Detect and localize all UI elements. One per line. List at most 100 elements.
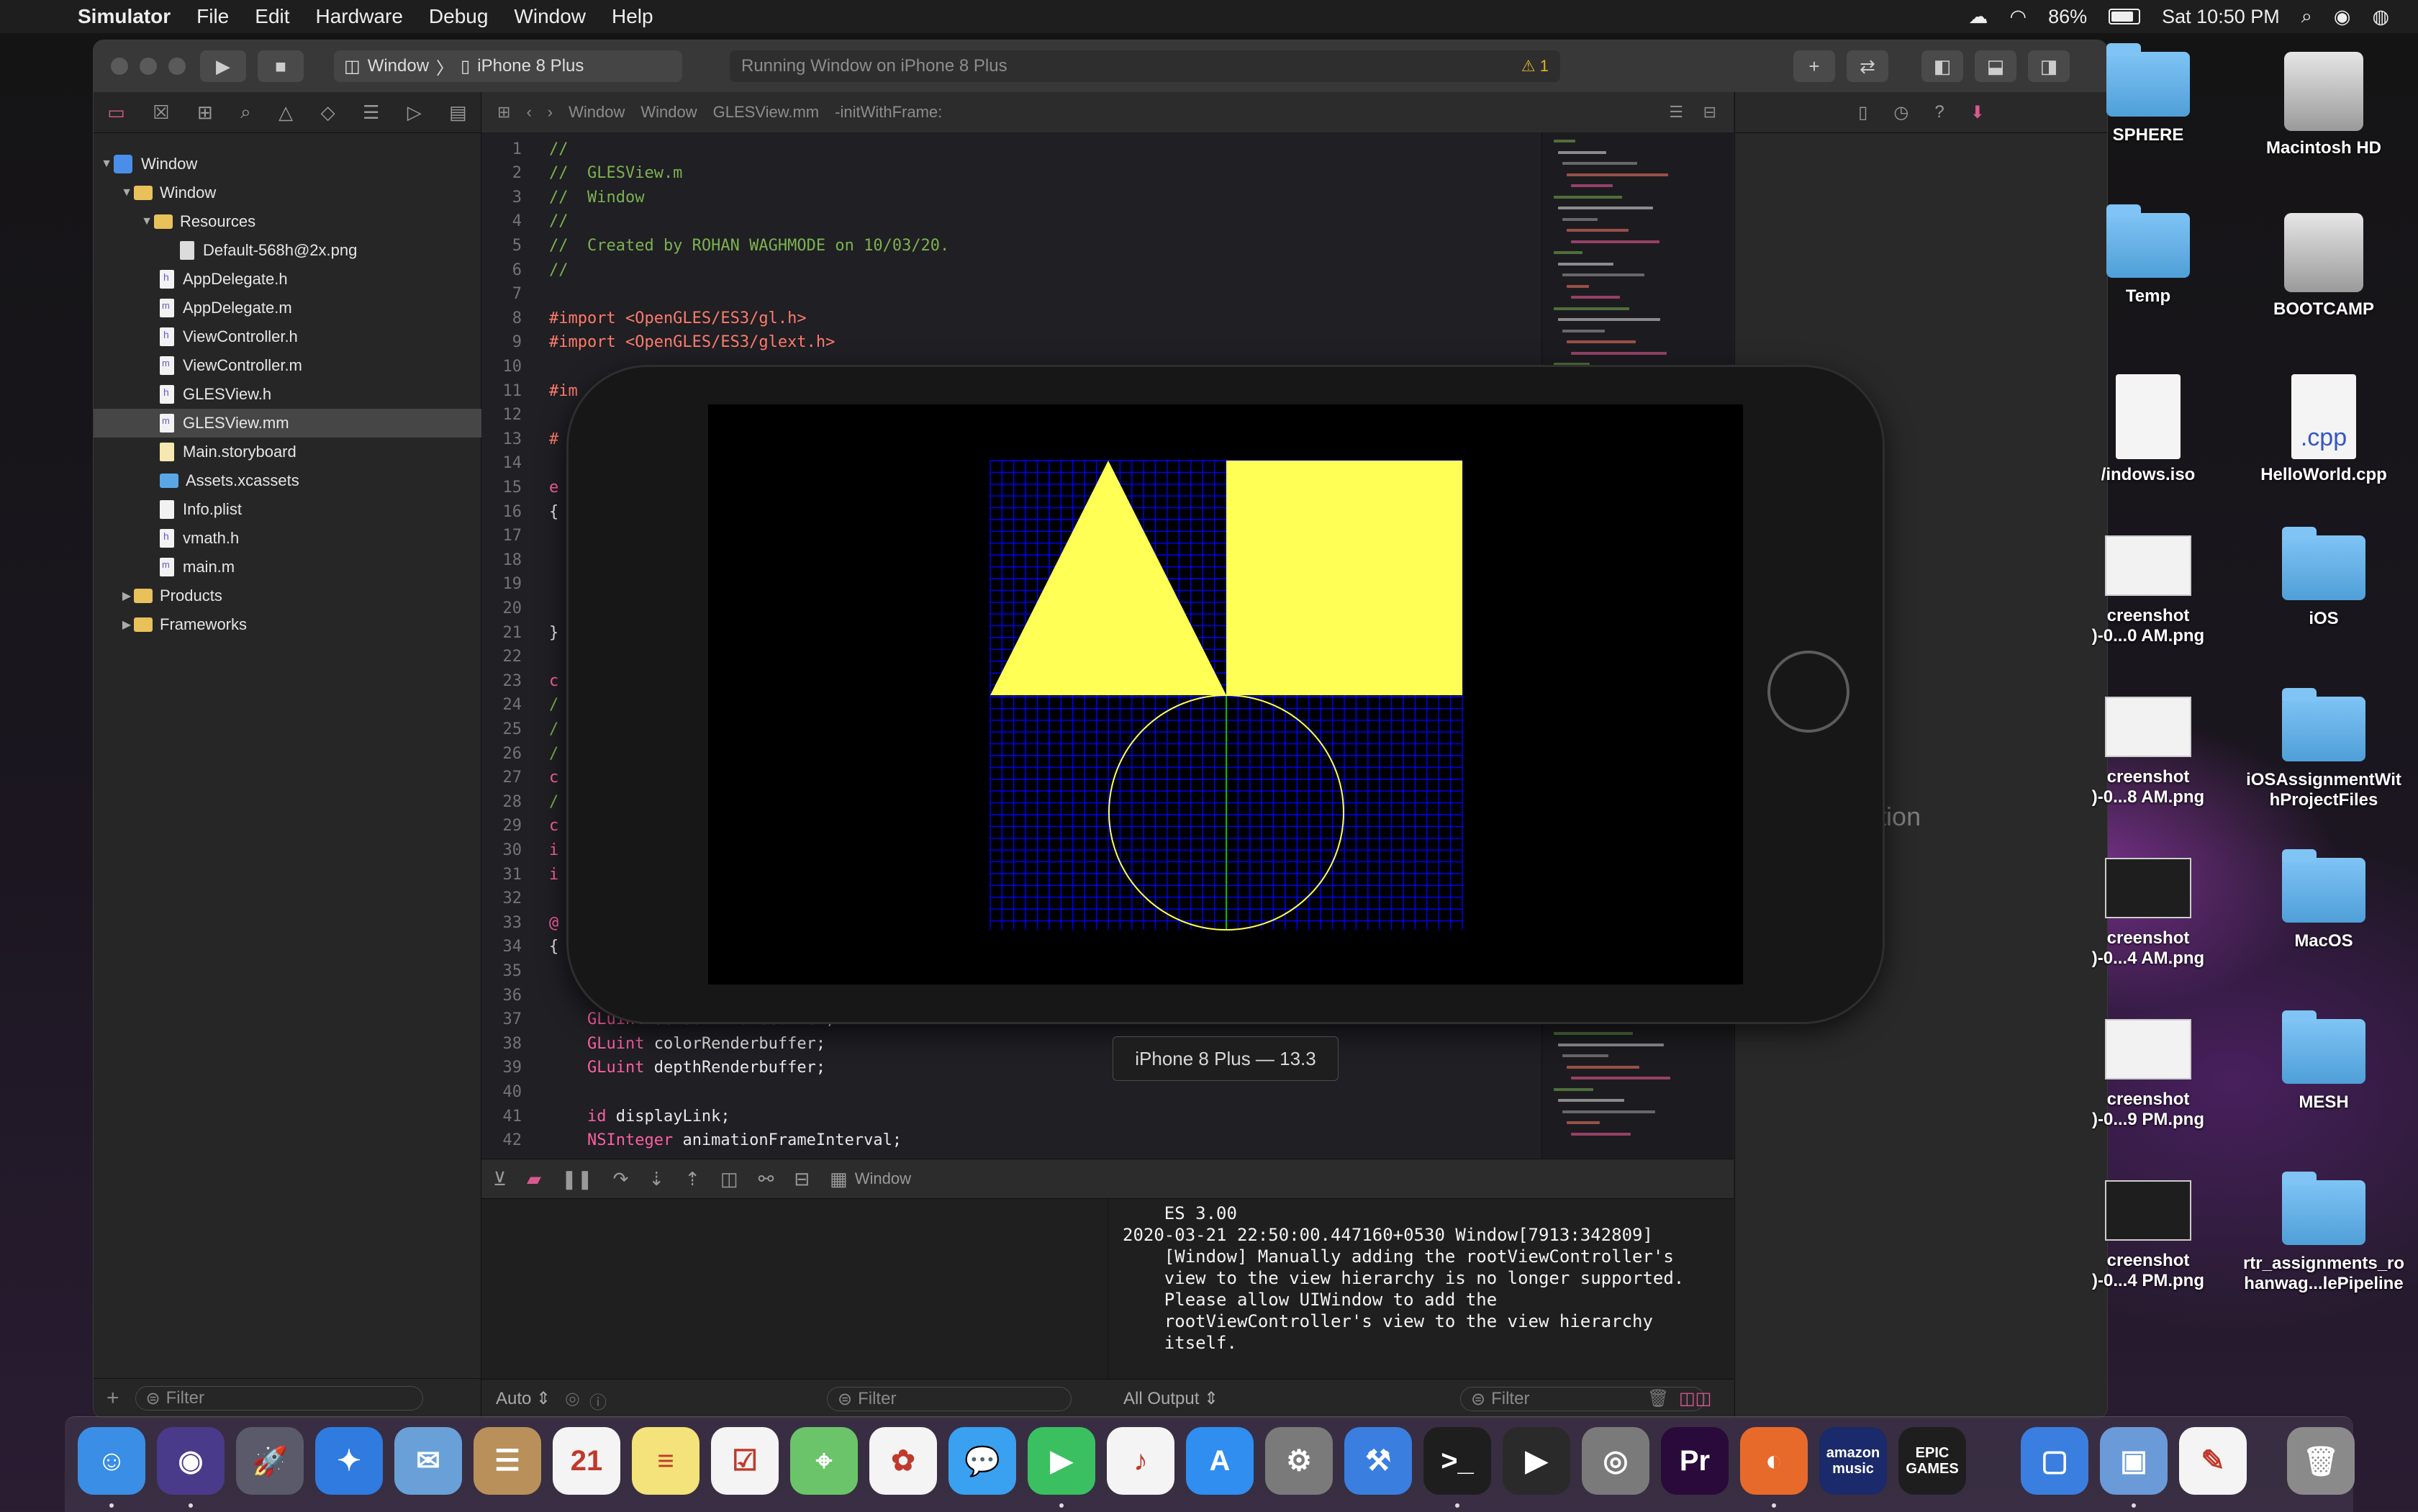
back-icon[interactable]: ‹ (526, 103, 531, 122)
tree-group-resources[interactable]: ▼ Resources (94, 207, 527, 236)
mail-icon[interactable]: ✉ (394, 1427, 462, 1495)
appstore-icon[interactable]: A (1186, 1427, 1254, 1495)
code-line[interactable]: 6 // (481, 258, 1539, 282)
reminders-icon[interactable]: ☑ (711, 1427, 779, 1495)
xcode-icon[interactable]: ⚒ (1344, 1427, 1412, 1495)
menu-debug[interactable]: Debug (429, 5, 489, 28)
library-button[interactable]: + (1793, 50, 1835, 82)
disclosure-open-icon[interactable]: ▼ (99, 158, 114, 171)
simulator-screen[interactable] (708, 404, 1743, 984)
symbol-tab-icon[interactable]: ⊞ (197, 101, 213, 124)
help-inspector-icon[interactable]: ? (1934, 102, 1944, 122)
tree-file-viewcontroller-m[interactable]: ViewController.m (94, 351, 547, 380)
code-line[interactable]: 41 id displayLink; (481, 1104, 1539, 1128)
desktop-item[interactable]: iOS (2241, 527, 2406, 629)
code-line[interactable]: 9 #import <OpenGLES/ES3/glext.h> (481, 330, 1539, 355)
zoom-window-button[interactable] (168, 58, 186, 75)
safari-icon[interactable]: ✦ (315, 1427, 383, 1495)
tree-file-glesview-h[interactable]: GLESView.h (94, 380, 547, 409)
desktop-item[interactable]: iOSAssignmentWit hProjectFiles (2241, 688, 2406, 810)
debug-tab-icon[interactable]: ☰ (363, 101, 379, 124)
find-tab-icon[interactable]: ⌕ (240, 101, 251, 124)
auto-variables-select[interactable]: Auto ⇕ (496, 1388, 551, 1409)
code-line[interactable]: 8 #import <OpenGLES/ES3/gl.h> (481, 306, 1539, 330)
photos-icon[interactable]: ✿ (869, 1427, 937, 1495)
finder-icon[interactable]: ☺ (78, 1427, 145, 1495)
navigator-filter-input[interactable]: ⊜ Filter (135, 1386, 423, 1411)
step-into-icon[interactable]: ⇣ (648, 1168, 664, 1190)
desktop-item[interactable]: creenshot )-0...4 PM.png (2065, 1180, 2231, 1291)
firefox-icon[interactable]: ◐ (1740, 1427, 1808, 1495)
hide-debug-area-icon[interactable]: ⊻ (493, 1168, 507, 1190)
battery-percent[interactable]: 86% (2048, 6, 2087, 28)
code-line[interactable]: 42 NSInteger animationFrameInterval; (481, 1128, 1539, 1153)
add-file-icon[interactable]: + (107, 1386, 119, 1411)
preview-icon[interactable]: ▣ (2100, 1427, 2168, 1495)
pin-icon[interactable]: ⬇ (1970, 102, 1985, 123)
simulator-icon[interactable]: ▢ (2021, 1427, 2088, 1495)
code-line[interactable]: 5 // Created by ROHAN WAGHMODE on 10/03/2… (481, 233, 1539, 258)
tree-file-assets[interactable]: Assets.xcassets (94, 466, 547, 495)
facetime-icon[interactable]: ▶ (1028, 1427, 1095, 1495)
tree-file-appdelegate-h[interactable]: AppDelegate.h (94, 265, 547, 294)
disclosure-open-icon[interactable]: ▼ (119, 186, 134, 199)
split-editor-icon[interactable]: ⊟ (1703, 103, 1716, 122)
terminal-icon[interactable]: >_ (1423, 1427, 1491, 1495)
final-cut-icon[interactable]: ▶ (1503, 1427, 1570, 1495)
menu-help[interactable]: Help (612, 5, 653, 28)
music-icon[interactable]: ♪ (1107, 1427, 1174, 1495)
code-line[interactable]: 40 (481, 1079, 1539, 1104)
desktop-item[interactable]: MacOS (2241, 849, 2406, 951)
related-items-icon[interactable]: ⊞ (497, 103, 510, 122)
amazon-music-icon[interactable]: amazon music (1819, 1427, 1887, 1495)
desktop-item[interactable]: creenshot )-0...0 AM.png (2065, 535, 2231, 646)
desktop-item[interactable]: BOOTCAMP (2241, 213, 2406, 320)
code-line[interactable]: 2 // GLESView.m (481, 161, 1539, 186)
menu-app-name[interactable]: Simulator (78, 5, 171, 28)
toggle-inspector-button[interactable]: ◨ (2028, 50, 2070, 82)
desktop-item[interactable]: Macintosh HD (2241, 52, 2406, 158)
test-tab-icon[interactable]: ◇ (321, 101, 335, 124)
trash-console-icon[interactable]: 🗑 (1647, 1388, 1669, 1409)
toggle-debug-area-button[interactable]: ⬓ (1975, 50, 2016, 82)
desktop-item[interactable]: Temp (2065, 204, 2231, 307)
desktop-item[interactable]: creenshot )-0...8 AM.png (2065, 697, 2231, 807)
siri-menu-icon[interactable]: ◍ (2372, 6, 2389, 28)
breakpoint-tab-icon[interactable]: ▷ (407, 101, 422, 124)
trash-icon[interactable]: 🗑 (2287, 1427, 2355, 1495)
code-review-button[interactable]: ⇄ (1847, 50, 1888, 82)
process-label[interactable]: Window (855, 1169, 911, 1188)
user-avatar-icon[interactable]: ◉ (2334, 6, 2351, 28)
issue-tab-icon[interactable]: △ (279, 101, 293, 124)
contacts-icon[interactable]: ☰ (474, 1427, 541, 1495)
code-line[interactable]: 39 GLuint depthRenderbuffer; (481, 1056, 1539, 1080)
disclosure-open-icon[interactable]: ▼ (140, 215, 154, 228)
tree-file-main-storyboard[interactable]: Main.storyboard (94, 438, 547, 466)
tree-file-glesview-mm[interactable]: GLESView.mm (94, 409, 547, 438)
output-select[interactable]: All Output ⇕ (1123, 1388, 1218, 1409)
file-inspector-icon[interactable]: ▯ (1858, 102, 1867, 123)
disclosure-closed-icon[interactable]: ▶ (119, 589, 134, 603)
code-line[interactable]: 38 GLuint colorRenderbuffer; (481, 1031, 1539, 1056)
source-control-tab-icon[interactable]: ☒ (153, 101, 169, 124)
jump-crumb-file[interactable]: GLESView.mm (713, 103, 820, 122)
forward-icon[interactable]: › (548, 103, 553, 122)
step-over-icon[interactable]: ↷ (613, 1168, 629, 1190)
wifi-icon[interactable]: ◠ (2010, 6, 2027, 28)
tree-file-viewcontroller-h[interactable]: ViewController.h (94, 322, 547, 351)
jump-crumb-group[interactable]: Window (640, 103, 697, 122)
breakpoints-toggle-icon[interactable]: ▰ (527, 1168, 541, 1190)
minimize-window-button[interactable] (140, 58, 157, 75)
desktop-item[interactable]: .cpp HelloWorld.cpp (2241, 374, 2406, 485)
creative-cloud-icon[interactable]: ☁ (1969, 6, 1988, 28)
siri-icon[interactable]: ◉ (157, 1427, 225, 1495)
system-preferences-icon[interactable]: ⚙ (1265, 1427, 1333, 1495)
warning-indicator[interactable]: ⚠ 1 (1521, 57, 1549, 76)
menu-edit[interactable]: Edit (255, 5, 289, 28)
code-line[interactable]: 4 // (481, 209, 1539, 234)
variables-filter-input[interactable]: ⊜ Filter (827, 1387, 1072, 1411)
stop-button[interactable]: ■ (258, 50, 304, 82)
code-line[interactable]: 3 // Window (481, 185, 1539, 209)
tree-group-frameworks[interactable]: ▶ Frameworks (94, 610, 507, 639)
scheme-selector[interactable]: ◫ Window 〉 ▯ iPhone 8 Plus (334, 50, 682, 82)
